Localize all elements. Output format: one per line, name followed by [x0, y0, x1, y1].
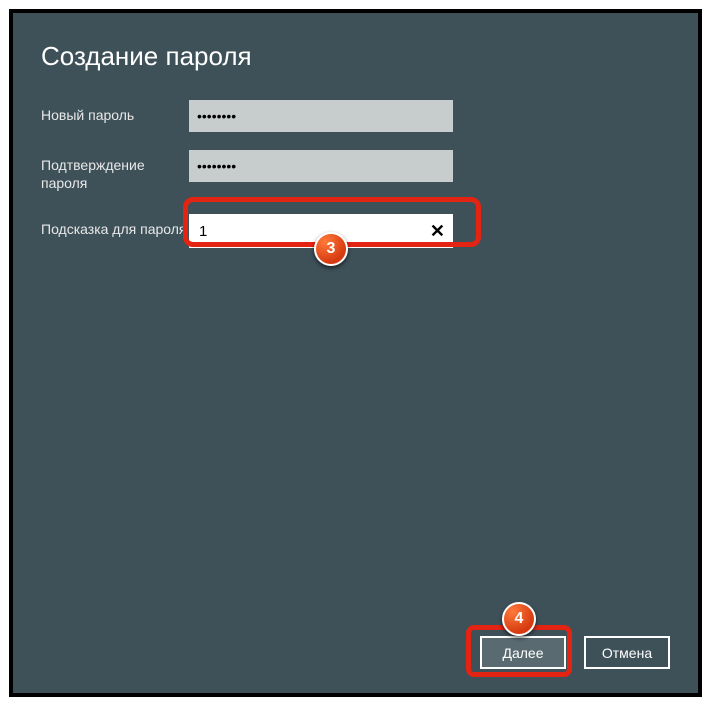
label-confirm-password: Подтверждение пароля [41, 150, 189, 192]
row-confirm-password: Подтверждение пароля [41, 150, 670, 192]
label-new-password: Новый пароль [41, 100, 189, 124]
footer-buttons: Далее Отмена [480, 636, 670, 669]
new-password-input[interactable] [189, 100, 453, 132]
annotation-badge-4: 4 [502, 602, 536, 636]
cancel-button[interactable]: Отмена [584, 636, 670, 669]
next-button[interactable]: Далее [480, 636, 566, 669]
create-password-panel: Создание пароля Новый пароль Подтвержден… [9, 9, 702, 697]
confirm-password-input[interactable] [189, 150, 453, 182]
page-title: Создание пароля [41, 41, 670, 72]
close-icon[interactable]: ✕ [430, 222, 445, 240]
label-password-hint: Подсказка для пароля [41, 214, 189, 238]
password-hint-input[interactable] [189, 214, 453, 248]
row-password-hint: Подсказка для пароля ✕ [41, 214, 670, 248]
row-new-password: Новый пароль [41, 100, 670, 132]
